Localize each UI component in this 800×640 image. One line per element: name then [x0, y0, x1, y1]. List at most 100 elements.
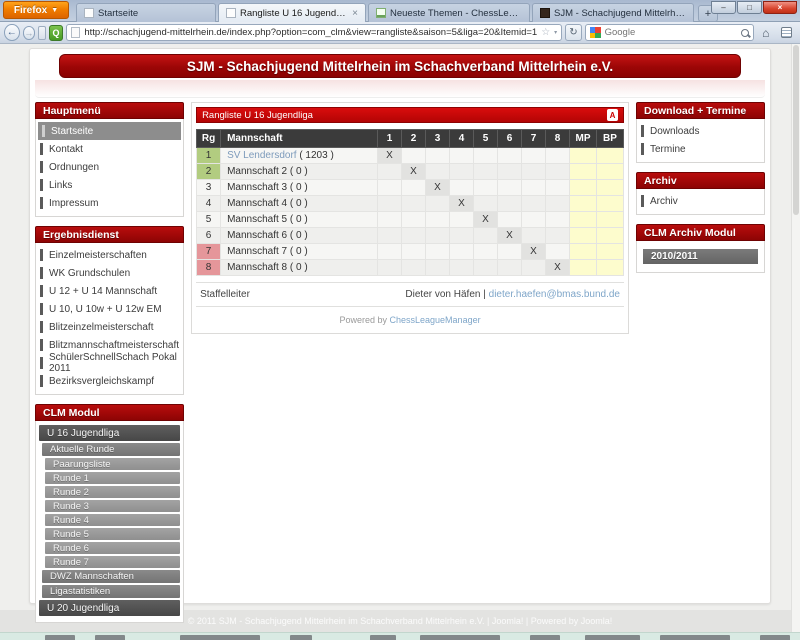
search-bar[interactable] — [585, 24, 754, 41]
result-cell — [450, 228, 474, 244]
staffelleiter-email-link[interactable]: dieter.haefen@bmas.bund.de — [489, 289, 620, 300]
clm-nav-button[interactable]: Runde 3 — [45, 500, 180, 512]
result-cell: X — [378, 148, 402, 164]
clm-nav-button[interactable]: Runde 6 — [45, 542, 180, 554]
archiv-season-button[interactable]: 2010/2011 — [643, 249, 758, 264]
google-logo-icon — [590, 27, 601, 38]
rank-cell: 3 — [197, 180, 221, 196]
sidebar-item[interactable]: Ordnungen — [36, 158, 183, 176]
column-header: 8 — [546, 130, 570, 148]
search-input[interactable] — [605, 27, 737, 38]
clm-nav-button[interactable]: Runde 2 — [45, 486, 180, 498]
sidebar-item[interactable]: Blitzeinzelmeisterschaft — [36, 318, 183, 336]
back-button[interactable]: ← — [4, 24, 20, 41]
sidebar-item[interactable]: Archiv — [637, 192, 764, 210]
clm-nav-button[interactable]: U 20 Jugendliga — [39, 600, 180, 616]
mp-cell — [570, 260, 597, 276]
staffelleiter-label: Staffelleiter — [200, 289, 250, 300]
item-marker-icon — [40, 375, 43, 387]
taskbar-icon-sliver — [530, 635, 560, 640]
result-cell — [378, 244, 402, 260]
sidebar-item[interactable]: Bezirksvergleichskampf — [36, 372, 183, 390]
result-cell — [402, 244, 426, 260]
result-cell — [498, 244, 522, 260]
result-cell — [378, 164, 402, 180]
clm-nav-button[interactable]: DWZ Mannschaften — [42, 570, 180, 583]
url-text[interactable]: http://schachjugend-mittelrhein.de/index… — [84, 27, 537, 38]
bookmarks-icon — [781, 27, 792, 38]
bookmark-star-icon[interactable]: ☆ — [541, 27, 550, 38]
result-cell — [426, 212, 450, 228]
clm-nav-button[interactable]: Ligastatistiken — [42, 585, 180, 598]
tab-favicon-icon — [376, 8, 386, 18]
clm-nav-button[interactable]: U 16 Jugendliga — [39, 425, 180, 441]
sidebar-item[interactable]: Kontakt — [36, 140, 183, 158]
table-row: 3Mannschaft 3 ( 0 )X — [197, 180, 624, 196]
search-icon[interactable] — [741, 29, 749, 37]
result-cell — [426, 244, 450, 260]
sidebar-item-label: Blitzeinzelmeisterschaft — [49, 322, 153, 333]
team-cell: Mannschaft 4 ( 0 ) — [221, 196, 378, 212]
team-rating: ( 0 ) — [290, 262, 308, 273]
module-title: CLM Archiv Modul — [636, 224, 765, 241]
result-cell: X — [474, 212, 498, 228]
sidebar-item-label: Blitzmannschaftmeisterschaft — [49, 340, 179, 351]
bp-cell — [597, 260, 624, 276]
sidebar-item[interactable]: Startseite — [38, 122, 181, 140]
team-cell: Mannschaft 2 ( 0 ) — [221, 164, 378, 180]
sidebar-item[interactable]: SchülerSchnellSchach Pokal 2011 — [36, 354, 183, 372]
browser-tab[interactable]: SJM - Schachjugend Mittelrhein im S... — [532, 3, 694, 22]
taskbar-icon-sliver — [45, 635, 75, 640]
sidebar-item[interactable]: Termine — [637, 140, 764, 158]
close-button[interactable]: × — [763, 1, 797, 14]
sidebar-item[interactable]: Downloads — [637, 122, 764, 140]
clm-nav-button[interactable]: Aktuelle Runde — [42, 443, 180, 456]
result-cell — [546, 228, 570, 244]
maximize-button[interactable]: □ — [737, 1, 762, 14]
tab-close-icon[interactable]: × — [352, 8, 358, 19]
reload-button[interactable]: ↻ — [565, 24, 581, 41]
sidebar-item[interactable]: Impressum — [36, 194, 183, 212]
browser-tab[interactable]: Rangliste U 16 Jugendliga× — [218, 3, 366, 22]
forward-button[interactable]: → — [23, 26, 36, 40]
rangliste-box: Rangliste U 16 Jugendliga A RgMannschaft… — [191, 102, 629, 334]
sidebar-item[interactable]: U 10, U 10w + U 12w EM — [36, 300, 183, 318]
pdf-icon[interactable]: A — [607, 109, 618, 121]
browser-tab[interactable]: Startseite — [76, 3, 216, 22]
clm-nav-button[interactable]: Runde 7 — [45, 556, 180, 568]
history-dropdown-button[interactable] — [38, 26, 45, 40]
url-dropdown-icon[interactable]: ▾ — [554, 29, 557, 36]
window-controls: – □ × — [710, 1, 797, 14]
module-title: Download + Termine — [636, 102, 765, 119]
team-link[interactable]: SV Lendersdorf — [227, 150, 299, 161]
team-cell: Mannschaft 6 ( 0 ) — [221, 228, 378, 244]
sidebar-item[interactable]: U 12 + U 14 Mannschaft — [36, 282, 183, 300]
clm-nav-button[interactable]: Runde 5 — [45, 528, 180, 540]
addon-icon[interactable]: Q — [49, 25, 64, 41]
url-bar[interactable]: http://schachjugend-mittelrhein.de/index… — [66, 24, 562, 41]
minimize-button[interactable]: – — [711, 1, 736, 14]
chessleaguemanager-link[interactable]: ChessLeagueManager — [390, 315, 481, 325]
ergebnisdienst-list: EinzelmeisterschaftenWK GrundschulenU 12… — [35, 243, 184, 395]
result-cell — [522, 180, 546, 196]
bookmarks-menu-button[interactable] — [778, 24, 796, 41]
result-cell — [378, 212, 402, 228]
result-cell — [546, 180, 570, 196]
table-header-row: RgMannschaft12345678MPBP — [197, 130, 624, 148]
scrollbar[interactable] — [791, 44, 800, 632]
clm-nav-button[interactable]: Paarungsliste — [45, 458, 180, 470]
rank-cell: 5 — [197, 212, 221, 228]
clm-nav-button[interactable]: Runde 4 — [45, 514, 180, 526]
item-marker-icon — [40, 161, 43, 173]
taskbar-icon-sliver — [660, 635, 730, 640]
browser-tab[interactable]: Neueste Themen - ChessLeagueMan... — [368, 3, 530, 22]
sidebar-item[interactable]: Einzelmeisterschaften — [36, 246, 183, 264]
result-cell — [474, 148, 498, 164]
sidebar-item[interactable]: WK Grundschulen — [36, 264, 183, 282]
firefox-menu-button[interactable]: Firefox ▼ — [3, 1, 69, 19]
sidebar-item[interactable]: Links — [36, 176, 183, 194]
home-button[interactable]: ⌂ — [757, 24, 775, 41]
scrollbar-thumb[interactable] — [793, 45, 799, 215]
clm-nav-button[interactable]: Runde 1 — [45, 472, 180, 484]
taskbar-icon-sliver — [370, 635, 396, 640]
